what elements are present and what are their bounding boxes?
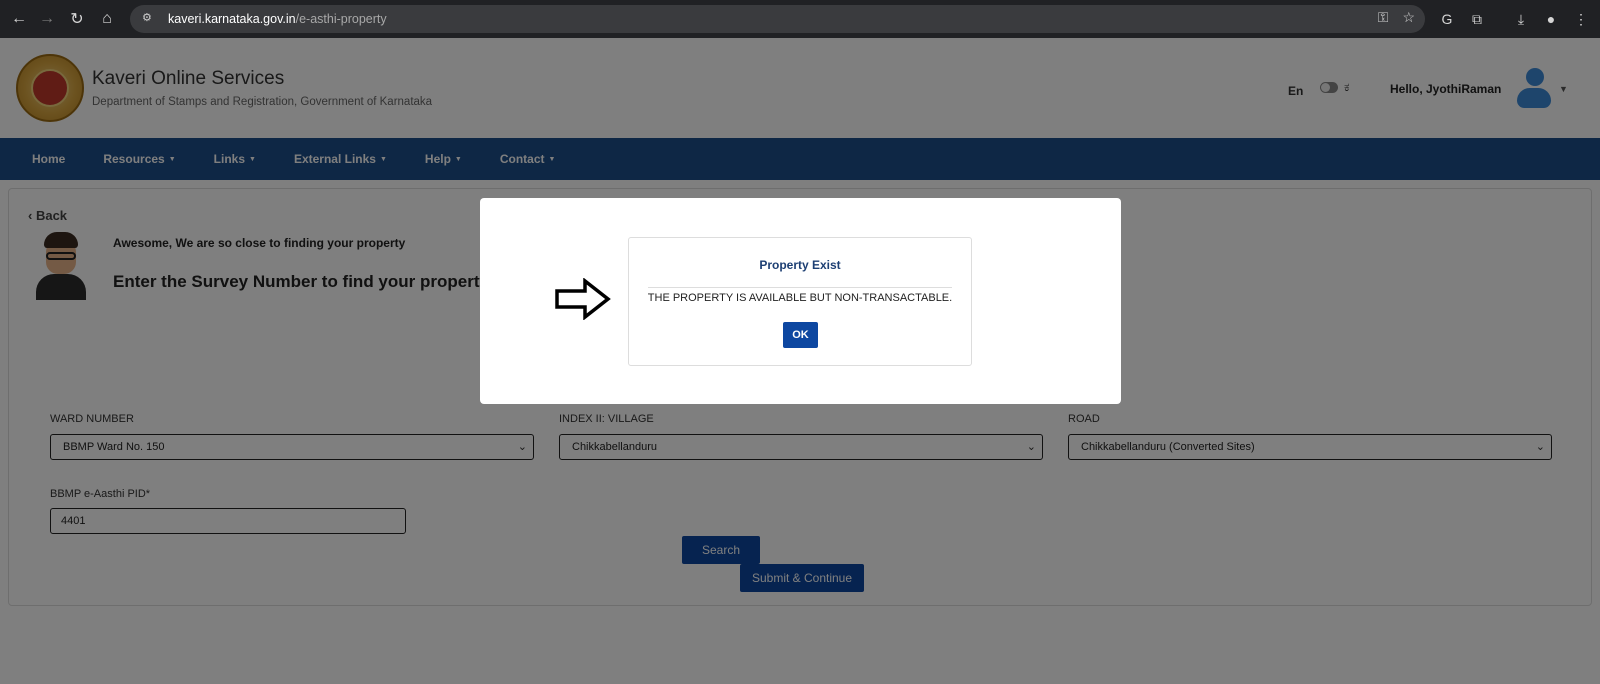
bookmark-star-icon[interactable]: ☆: [1402, 9, 1415, 26]
address-bar[interactable]: ⚙ kaveri.karnataka.gov.in/e-asthi-proper…: [130, 5, 1425, 33]
password-key-icon[interactable]: ⚿: [1378, 9, 1389, 26]
profile-icon[interactable]: ●: [1540, 8, 1562, 30]
ok-button[interactable]: OK: [783, 322, 818, 348]
menu-kebab-icon[interactable]: ⋮: [1570, 8, 1592, 30]
browser-toolbar: ← → ↻ ⌂ ⚙ kaveri.karnataka.gov.in/e-asth…: [0, 0, 1600, 38]
dialog-title: Property Exist: [759, 258, 841, 272]
site-settings-icon[interactable]: ⚙: [142, 11, 158, 27]
home-icon[interactable]: ⌂: [92, 4, 122, 34]
reload-icon[interactable]: ↻: [62, 4, 92, 34]
grammarly-extension-icon[interactable]: G: [1436, 8, 1458, 30]
right-arrow-icon: [555, 278, 611, 320]
back-arrow-icon[interactable]: ←: [4, 4, 34, 34]
dialog-divider: [648, 287, 952, 288]
download-icon[interactable]: ⤓: [1510, 8, 1532, 30]
dialog-message: THE PROPERTY IS AVAILABLE BUT NON-TRANSA…: [647, 292, 953, 304]
forward-arrow-icon[interactable]: →: [32, 4, 62, 34]
url-host: kaveri.karnataka.gov.in: [168, 12, 296, 26]
url-path: /e-asthi-property: [295, 12, 387, 26]
extensions-puzzle-icon[interactable]: ⧉: [1466, 8, 1488, 30]
